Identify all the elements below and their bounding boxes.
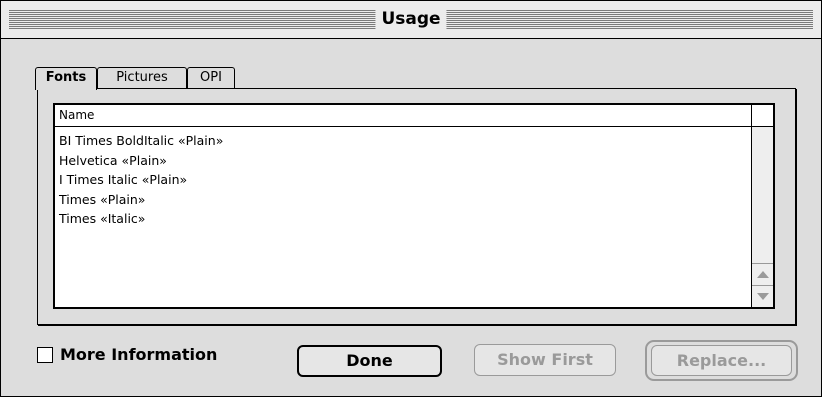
more-information-checkbox[interactable] [37,347,53,363]
column-header-name[interactable]: Name [55,105,751,127]
up-arrow-icon [756,271,769,278]
show-first-button[interactable]: Show First [474,344,616,376]
scroll-down-button[interactable] [752,285,773,307]
down-arrow-icon [756,293,769,300]
replace-button[interactable]: Replace... [651,345,792,376]
list-item[interactable]: BI Times BoldItalic «Plain» [59,131,751,151]
more-information-label[interactable]: More Information [60,345,217,365]
column-header-spacer [751,105,773,127]
title-bar[interactable]: Usage [1,1,821,39]
done-button[interactable]: Done [297,345,442,377]
list-item[interactable]: I Times Italic «Plain» [59,170,751,190]
usage-dialog: Usage Fonts Pictures OPI Name BI Times B… [0,0,822,397]
list-body: BI Times BoldItalic «Plain» Helvetica «P… [55,127,751,307]
window-title: Usage [375,8,447,30]
vertical-scrollbar[interactable] [751,127,773,307]
list-item[interactable]: Times «Italic» [59,209,751,229]
tab-opi[interactable]: OPI [187,67,235,89]
list-item[interactable]: Times «Plain» [59,190,751,210]
more-information-option[interactable]: More Information [37,345,217,365]
list-item[interactable]: Helvetica «Plain» [59,151,751,171]
scroll-up-button[interactable] [752,263,773,285]
tab-fonts[interactable]: Fonts [35,67,97,90]
font-usage-list[interactable]: Name BI Times BoldItalic «Plain» Helveti… [53,103,775,309]
fonts-tab-panel: Name BI Times BoldItalic «Plain» Helveti… [37,88,796,325]
replace-default-ring: Replace... [645,340,798,381]
tab-pictures[interactable]: Pictures [97,67,187,89]
